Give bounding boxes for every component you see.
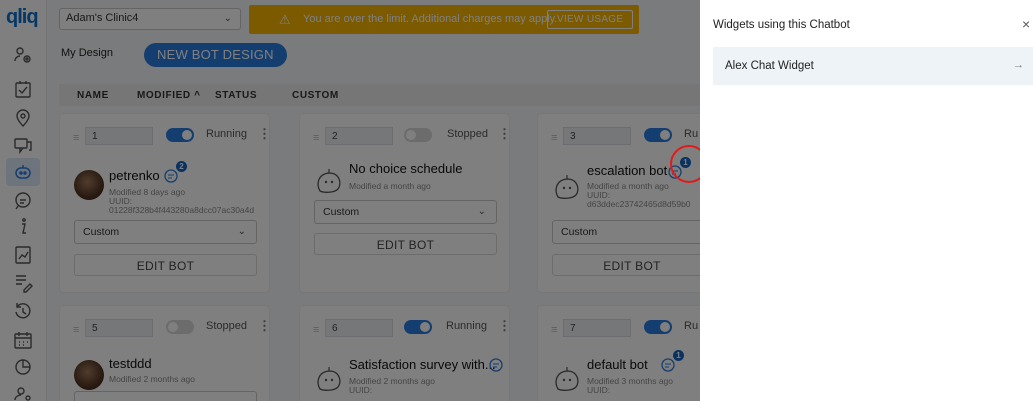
widget-list-item[interactable]: Alex Chat Widget → <box>713 47 1033 85</box>
widgets-panel: Widgets using this Chatbot × Alex Chat W… <box>700 0 1033 401</box>
arrow-right-icon: → <box>1013 59 1024 71</box>
widget-name: Alex Chat Widget <box>725 60 814 72</box>
close-icon[interactable]: × <box>1022 16 1030 32</box>
modal-backdrop[interactable] <box>0 0 700 401</box>
panel-title: Widgets using this Chatbot <box>713 19 850 31</box>
